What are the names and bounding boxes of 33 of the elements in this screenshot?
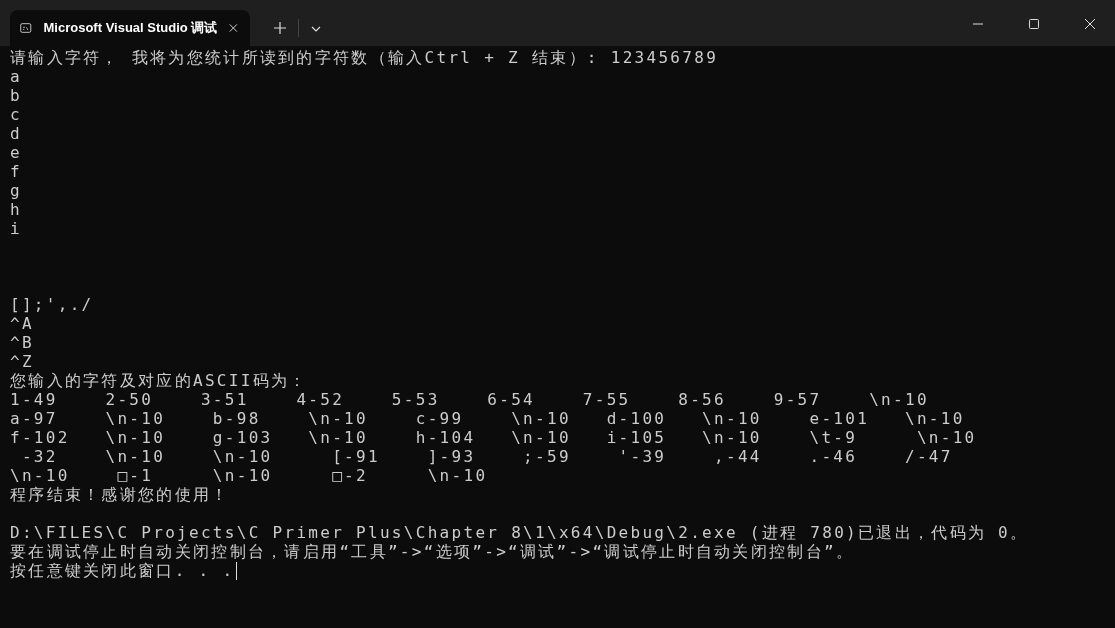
console-line: f — [10, 162, 22, 181]
console-line: 要在调试停止时自动关闭控制台，请启用“工具”->“选项”->“调试”->“调试停止时自动关闭控制台”。 — [10, 542, 855, 561]
close-icon[interactable] — [229, 22, 238, 34]
console-line: D:\FILES\C Projects\C Primer Plus\Chapter 8\1\x64\Debug\2.exe (进程 780)已退出，代码为 0。 — [10, 523, 1029, 542]
plus-icon[interactable] — [274, 22, 286, 34]
console-line: 您输入的字符及对应的ASCII码为： — [10, 371, 308, 390]
window-tab[interactable]: Microsoft Visual Studio 调试 — [10, 10, 250, 46]
console-line: 程序结束！感谢您的使用！ — [10, 485, 230, 504]
console-line: c — [10, 105, 22, 124]
console-line: f-102 \n-10 g-103 \n-10 h-104 \n-10 i-105 \n-10 \t-9 \n-10 — [10, 428, 977, 447]
console-line: 1-49 2-50 3-51 4-52 5-53 6-54 7-55 8-56 9-57 \n-10 — [10, 390, 929, 409]
console-line: -32 \n-10 \n-10 [-91 ]-93 ;-59 '-39 ,-44 .-46 /-47 — [20, 447, 953, 466]
console-line: \n-10 □-1 \n-10 □-2 \n-10 — [10, 466, 488, 485]
chevron-icon[interactable] — [311, 26, 321, 32]
console-line: a — [10, 67, 22, 86]
text-cursor — [236, 561, 238, 580]
console-line: i — [10, 219, 22, 238]
console-line: e — [10, 143, 22, 162]
console-line: g — [10, 181, 22, 200]
console-line: h — [10, 200, 22, 219]
console-line: b — [10, 86, 22, 105]
console-icon — [20, 20, 32, 36]
tab-title: Microsoft Visual Studio 调试 — [43, 19, 218, 37]
console-line: 请输入字符， 我将为您统计所读到的字符数（输入Ctrl + Z 结束）: 123456789 — [10, 48, 719, 67]
console-line: ^Z — [10, 352, 34, 371]
close-icon[interactable] — [1085, 19, 1095, 29]
maximize-icon[interactable] — [1029, 19, 1039, 29]
console-line: d — [10, 124, 22, 143]
console-line: 按任意键关闭此窗口. . . — [10, 561, 235, 580]
console-line: ^A — [10, 314, 34, 333]
console-line: [];',./ — [10, 295, 94, 314]
console-line: ^B — [10, 333, 34, 352]
console-line: a-97 \n-10 b-98 \n-10 c-99 \n-10 d-100 \n-10 e-101 \n-10 — [10, 409, 965, 428]
